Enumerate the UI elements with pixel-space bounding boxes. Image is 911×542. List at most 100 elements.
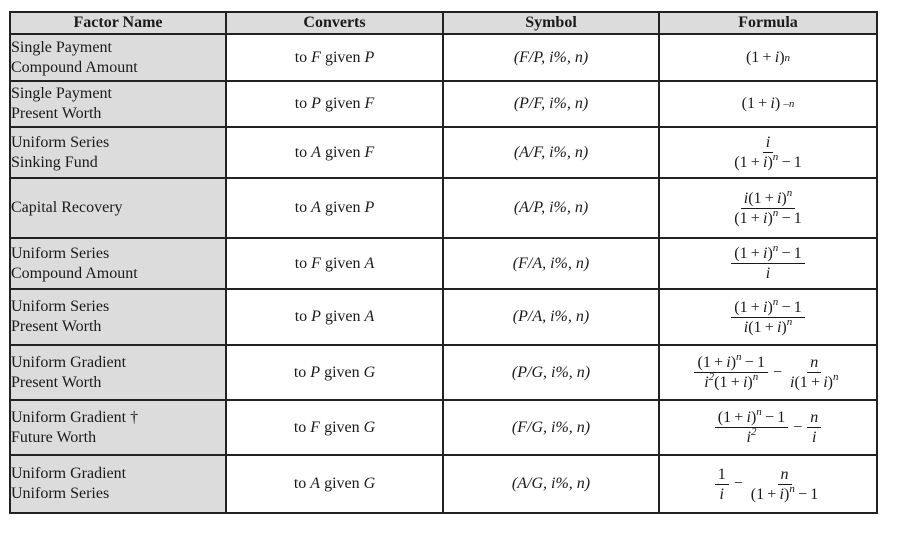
converts-middle: given xyxy=(324,308,361,325)
converts-cell: to A given G xyxy=(225,454,444,514)
formula-operator: − xyxy=(772,363,782,381)
table-row: Uniform Series Sinking Fund to A given F (A… xyxy=(9,126,878,179)
factor-name-cell: Uniform Gradient Uniform Series xyxy=(9,454,227,514)
converts-target: A xyxy=(311,199,321,216)
converts-cell: to A given F xyxy=(225,126,444,179)
formula-cell: (1 + i)n − 1 i(1 + i)n xyxy=(658,288,878,346)
factor-name-cell: Uniform Series Present Worth xyxy=(9,288,227,346)
converts-cell: to F given A xyxy=(225,237,444,290)
numerator: (1 + i)n − 1 xyxy=(694,351,768,373)
numerator: 1 xyxy=(714,465,729,485)
converts-prefix: to xyxy=(294,199,308,216)
exponent: n xyxy=(756,406,762,418)
numerator: (1 + i)n − 1 xyxy=(731,295,805,318)
denominator: (1 + i)n − 1 xyxy=(734,206,802,227)
interest-factor-table: Factor Name Converts Symbol Formula Sing… xyxy=(9,11,878,514)
table-row: Capital Recovery to A given P (A/P, i%, n)… xyxy=(9,177,878,239)
factor-name-line: Sinking Fund xyxy=(11,153,98,171)
variable: n xyxy=(780,465,789,483)
converts-cell: to A given P xyxy=(225,177,444,239)
converts-prefix: to xyxy=(293,475,307,492)
table-row: Single Payment Present Worth to P given F(… xyxy=(9,80,878,128)
exponent: n xyxy=(789,482,795,495)
numerator: (1 + i)n − 1 xyxy=(731,243,805,264)
denominator: i xyxy=(717,485,727,504)
symbol-cell: (F/P, i%, n) xyxy=(442,33,660,82)
factor-name-line: Uniform Series xyxy=(11,485,110,502)
table-row: Uniform Series Compound Amount to F given … xyxy=(9,237,878,290)
formula-cell: (1 + i)n − 1 i2− n i xyxy=(658,399,878,456)
fraction: (1 + i)n − 1 i(1 + i)n xyxy=(731,295,805,337)
converts-middle: given xyxy=(324,48,361,66)
exponent: n xyxy=(736,351,742,363)
variable: i xyxy=(742,374,748,391)
formula-expression: (1 + i)n − 1i xyxy=(729,243,806,283)
converts-middle: given xyxy=(324,143,361,161)
factor-name-cell: Single Payment Present Worth xyxy=(9,80,227,128)
factor-name-line: Uniform Gradient xyxy=(11,353,127,371)
converts-cell: to F given G xyxy=(225,399,444,456)
formula-expression: 1 i − n (1 + i)n − 1 xyxy=(713,465,824,504)
symbol-cell: (P/G, i%, n) xyxy=(442,344,660,401)
table-body: Single Payment Compound Amount to F given … xyxy=(9,33,878,514)
denominator: i xyxy=(809,428,819,447)
converts-middle: given xyxy=(324,363,360,381)
factor-name-line: Uniform Series xyxy=(11,133,110,151)
converts-target: F xyxy=(311,254,321,272)
table-row: Uniform Gradient † Future Worth to F given… xyxy=(9,399,878,456)
variable: n xyxy=(810,409,819,426)
variable: i xyxy=(743,318,749,336)
symbol-cell: (P/A, i%, n) xyxy=(442,288,660,346)
converts-target: P xyxy=(311,308,321,325)
variable: i xyxy=(746,409,751,426)
formula-cell: (1 + i) n xyxy=(658,33,878,82)
symbol-cell: (P/F, i%, n) xyxy=(442,80,660,128)
numerator: n xyxy=(777,465,792,485)
factor-name-line: Capital Recovery xyxy=(11,199,123,216)
variable: i xyxy=(763,209,768,227)
variable: i xyxy=(812,429,817,446)
numerator: i xyxy=(762,133,774,153)
converts-prefix: to xyxy=(294,254,308,272)
table-row: Uniform Series Present Worth to P given A(… xyxy=(9,288,878,346)
factor-name-line: Single Payment xyxy=(11,38,112,56)
variable: i xyxy=(774,48,780,66)
variable: i xyxy=(763,298,768,316)
factor-name-line: Future Worth xyxy=(11,428,97,446)
variable: i xyxy=(770,95,775,112)
denominator: i(1 + i)n xyxy=(790,371,839,392)
exponent: n xyxy=(772,151,779,163)
fraction: n (1 + i)n − 1 xyxy=(748,465,821,504)
symbol-cell: (F/A, i%, n) xyxy=(442,237,660,290)
factor-name-line: Compound Amount xyxy=(11,264,138,282)
variable: i xyxy=(763,154,768,171)
variable: i xyxy=(743,189,749,207)
symbol-cell: (F/G, i%, n) xyxy=(442,399,660,456)
numerator: n xyxy=(807,353,822,373)
fraction: i(1 + i)n (1 + i)n − 1 xyxy=(731,186,804,228)
formula-cell: (1 + i) –n xyxy=(658,80,878,128)
formula-expression: (1 + i) n xyxy=(745,48,791,66)
factor-name-cell: Uniform Gradient † Future Worth xyxy=(9,399,227,456)
variable: i xyxy=(719,485,724,503)
factor-name-line: Uniform Gradient xyxy=(11,465,127,482)
denominator: (1 + i)n − 1 xyxy=(734,151,802,172)
factor-name-cell: Uniform Series Sinking Fund xyxy=(9,126,227,179)
converts-source: A xyxy=(364,254,375,272)
converts-cell: to P given F xyxy=(225,80,444,128)
converts-cell: to F given P xyxy=(225,33,444,82)
formula-cell: 1 i − n (1 + i)n − 1 xyxy=(658,454,878,514)
factor-name-line: Present Worth xyxy=(11,105,102,122)
header-factor-name: Factor Name xyxy=(9,11,227,35)
formula-cell: (1 + i)n − 1i xyxy=(658,237,878,290)
converts-target: P xyxy=(311,95,321,112)
exponent: n xyxy=(786,186,793,199)
exponent: n xyxy=(772,295,779,308)
header-formula: Formula xyxy=(658,11,878,35)
denominator: i2 xyxy=(744,427,760,447)
converts-prefix: to xyxy=(293,418,307,436)
table-row: Single Payment Compound Amount to F given … xyxy=(9,33,878,82)
fraction: i (1 + i)n − 1 xyxy=(731,133,804,172)
converts-cell: to P given G xyxy=(225,344,444,401)
converts-target: A xyxy=(311,143,321,161)
